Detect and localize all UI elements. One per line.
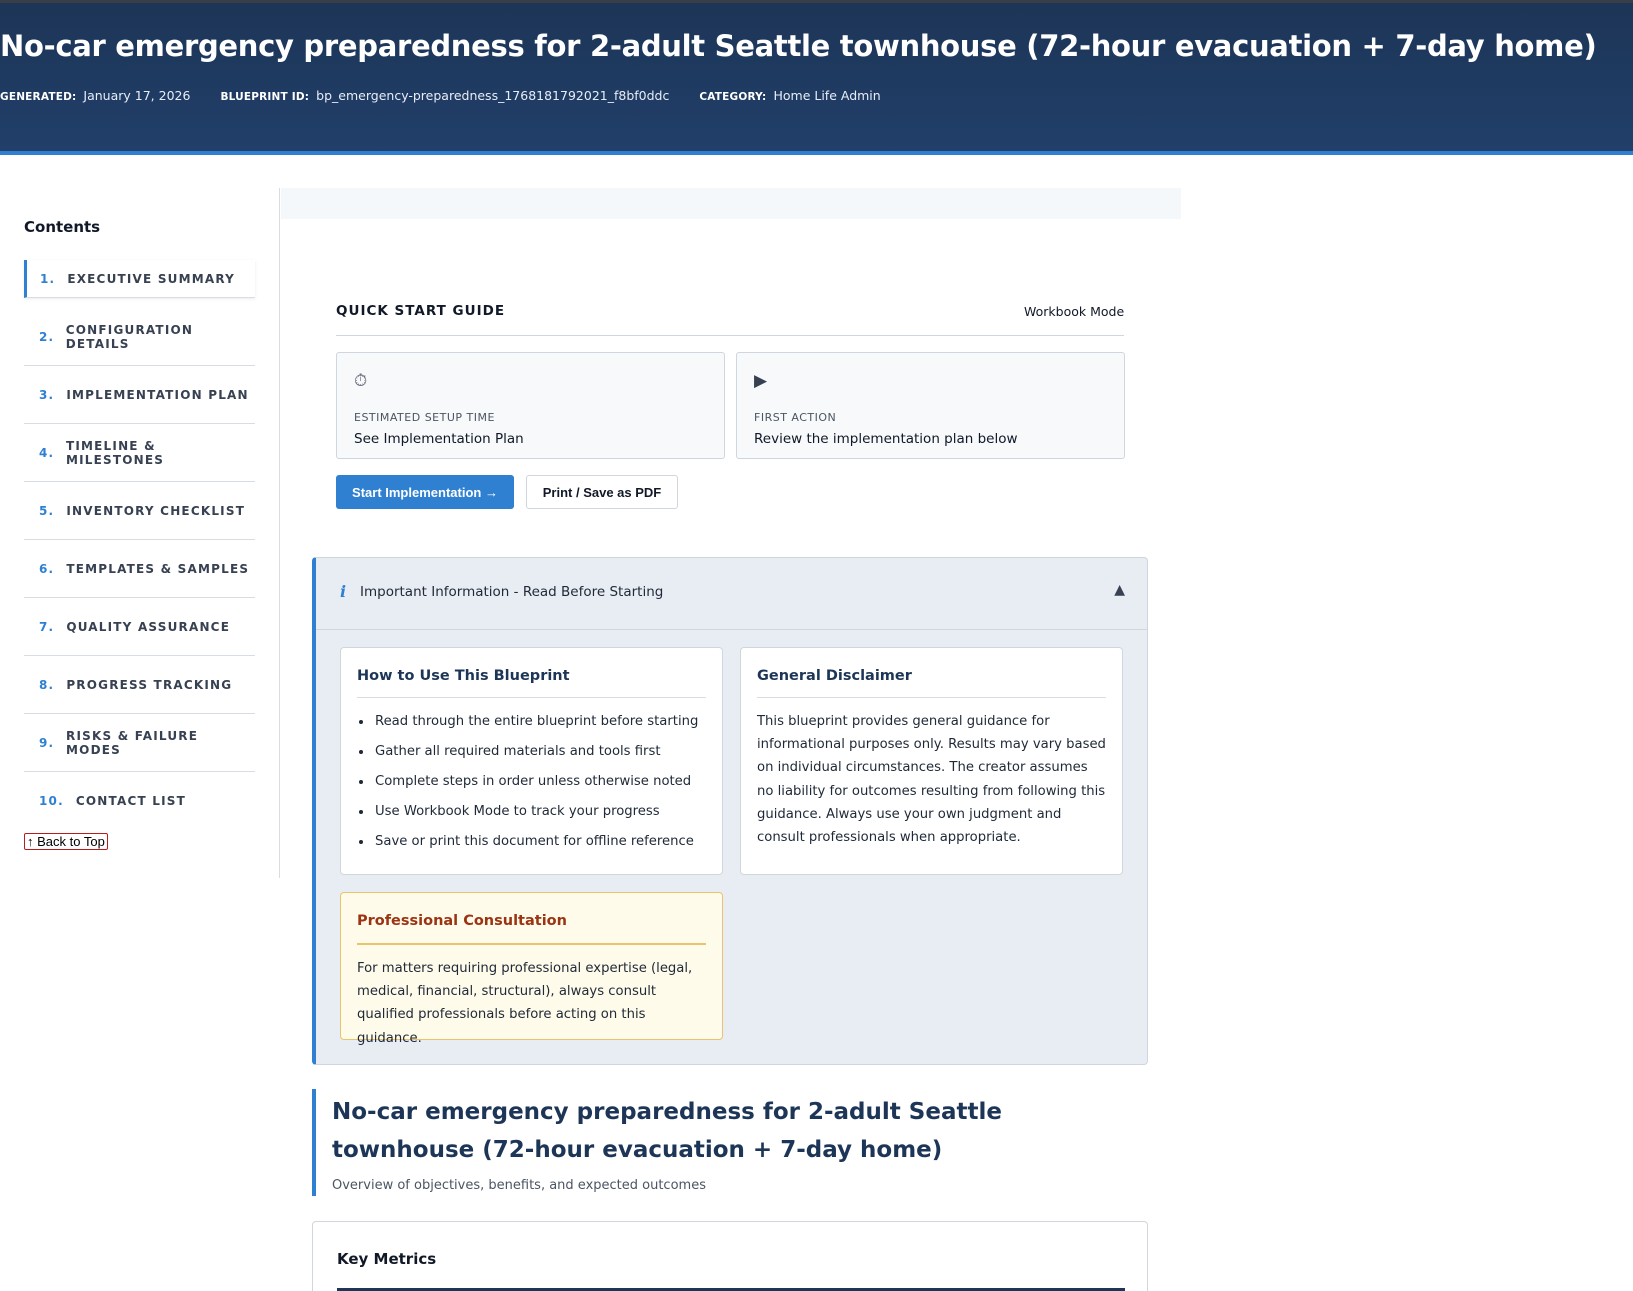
general-disclaimer-box: General Disclaimer This blueprint provid…	[740, 647, 1123, 875]
disclaimer-title: General Disclaimer	[757, 668, 912, 684]
toc-item-progress-tracking[interactable]: 8. PROGRESS TRACKING	[24, 656, 255, 714]
important-info-panel: i Important Information - Read Before St…	[312, 557, 1148, 1065]
page-title: No-car emergency preparedness for 2-adul…	[0, 29, 1597, 63]
quick-start-title: QUICK START GUIDE	[336, 303, 506, 319]
toc-item-configuration-details[interactable]: 2. CONFIGURATION DETAILS	[24, 308, 255, 366]
toc-item-executive-summary[interactable]: 1. EXECUTIVE SUMMARY	[24, 260, 255, 298]
toc-item-templates-samples[interactable]: 6. TEMPLATES & SAMPLES	[24, 540, 255, 598]
toc-heading: Contents	[24, 218, 101, 236]
key-metrics-title: Key Metrics	[337, 1250, 437, 1268]
how-to-use-box: How to Use This Blueprint Read through t…	[340, 647, 723, 875]
first-action-card: ▶ FIRST ACTION Review the implementation…	[736, 352, 1125, 459]
section-title: No-car emergency preparedness for 2-adul…	[332, 1099, 1002, 1163]
professional-consultation-text: For matters requiring professional exper…	[357, 961, 693, 1046]
list-item: Use Workbook Mode to track your progress	[373, 802, 698, 832]
how-to-use-list: Read through the entire blueprint before…	[373, 712, 698, 862]
sidebar-toc: Contents 1. EXECUTIVE SUMMARY 2. CONFIGURA…	[0, 188, 280, 878]
first-action-value: Review the implementation plan below	[754, 431, 1018, 447]
print-save-pdf-button[interactable]: Print / Save as PDF	[526, 475, 678, 509]
list-item: Save or print this document for offline …	[373, 832, 698, 862]
professional-consultation-box: Professional Consultation For matters re…	[340, 892, 723, 1046]
how-to-use-title: How to Use This Blueprint	[357, 668, 570, 684]
list-item: Complete steps in order unless otherwise…	[373, 772, 698, 802]
play-icon: ▶	[754, 371, 768, 391]
important-info-title: Important Information - Read Before Star…	[360, 584, 664, 600]
toc-item-risks-failure-modes[interactable]: 9. RISKS & FAILURE MODES	[24, 714, 255, 772]
divider	[357, 697, 706, 698]
section-subtitle: Overview of objectives, benefits, and ex…	[332, 1178, 706, 1193]
toc-item-contact-list[interactable]: 10. CONTACT LIST	[24, 772, 255, 830]
divider	[357, 943, 706, 945]
collapse-caret-icon[interactable]: ▲	[1114, 582, 1125, 598]
toc-item-inventory-checklist[interactable]: 5. INVENTORY CHECKLIST	[24, 482, 255, 540]
meta-row: GENERATED: January 17, 2026 BLUEPRINT ID:…	[0, 88, 881, 103]
toc-item-implementation-plan[interactable]: 3. IMPLEMENTATION PLAN	[24, 366, 255, 424]
disclaimer-text: This blueprint provides general guidance…	[757, 714, 1106, 846]
toc-item-timeline-milestones[interactable]: 4. TIMELINE & MILESTONES	[24, 424, 255, 482]
setup-time-label: ESTIMATED SETUP TIME	[354, 411, 495, 424]
toc-list: 1. EXECUTIVE SUMMARY 2. CONFIGURATION DETA…	[24, 260, 255, 830]
stopwatch-icon: ⏱	[354, 371, 368, 391]
back-to-top-button[interactable]: ↑ Back to Top	[24, 833, 108, 850]
setup-time-value: See Implementation Plan	[354, 431, 524, 447]
first-action-label: FIRST ACTION	[754, 411, 837, 424]
key-metrics-card: Key Metrics	[312, 1221, 1148, 1291]
meta-category: CATEGORY: Home Life Admin	[699, 88, 881, 103]
start-implementation-button[interactable]: Start Implementation →	[336, 475, 514, 509]
page-header: No-car emergency preparedness for 2-adul…	[0, 0, 1633, 155]
list-item: Gather all required materials and tools …	[373, 742, 698, 772]
meta-blueprint-id: BLUEPRINT ID: bp_emergency-preparedness_1…	[220, 88, 670, 103]
workbook-mode-toggle[interactable]: Workbook Mode	[1024, 304, 1124, 319]
toc-item-quality-assurance[interactable]: 7. QUALITY ASSURANCE	[24, 598, 255, 656]
info-icon: i	[340, 582, 347, 601]
list-item: Read through the entire blueprint before…	[373, 712, 698, 742]
important-info-header[interactable]: i Important Information - Read Before St…	[316, 558, 1147, 630]
section-accent-bar	[312, 1089, 316, 1196]
quick-start-divider	[336, 335, 1124, 336]
divider	[757, 697, 1106, 698]
setup-time-card: ⏱ ESTIMATED SETUP TIME See Implementatio…	[336, 352, 725, 459]
professional-consultation-title: Professional Consultation	[357, 913, 567, 929]
meta-generated: GENERATED: January 17, 2026	[0, 88, 191, 103]
